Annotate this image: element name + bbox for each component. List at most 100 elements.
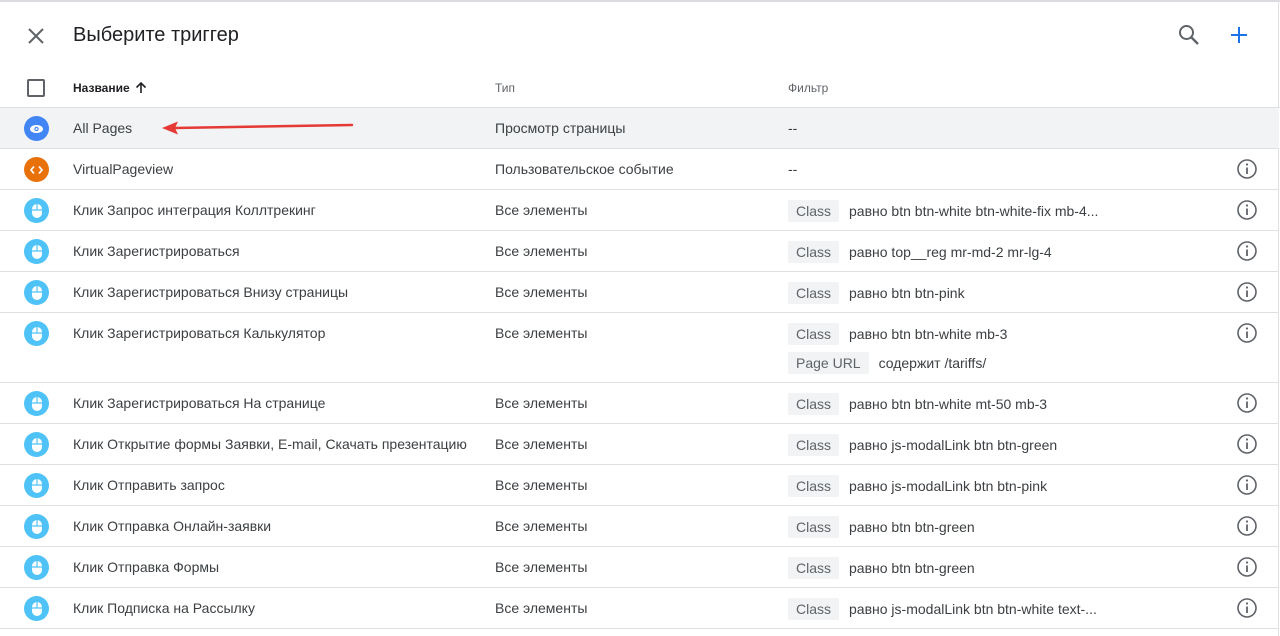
trigger-filter: Class равно btn btn-white mb-3 Page URL со… [788,321,1208,379]
trigger-type: Все элементы [495,559,588,575]
trigger-list: All Pages Просмотр страницы -- VirtualPa… [0,108,1279,629]
trigger-filter: Class равно js-modalLink btn btn-pink [788,473,1208,502]
filter-condition: Class равно btn btn-green [788,514,1208,539]
trigger-name: All Pages [73,120,133,136]
filter-expression: равно js-modalLink btn btn-green [849,436,1058,453]
filter-expression: равно btn btn-green [849,518,975,535]
trigger-type: Все элементы [495,477,588,493]
info-icon[interactable] [1236,322,1258,344]
column-header-filter: Фильтр [788,81,829,95]
trigger-type: Все элементы [495,518,588,534]
trigger-filter: Class равно btn btn-pink [788,280,1208,309]
filter-variable-chip: Class [788,322,840,345]
trigger-filter: Class равно btn btn-white btn-white-fix m… [788,198,1208,227]
filter-variable-chip: Class [788,392,840,415]
filter-variable-chip: Class [788,597,840,620]
column-name-label: Название [73,81,130,95]
filter-expression: равно top__reg mr-md-2 mr-lg-4 [849,243,1052,260]
info-icon[interactable] [1236,515,1258,537]
mouse-icon [24,391,49,416]
info-icon[interactable] [1236,158,1258,180]
trigger-filter: Class равно btn btn-white mt-50 mb-3 [788,391,1208,420]
mouse-icon [24,473,49,498]
filter-expression: равно btn btn-pink [849,284,965,301]
trigger-filter: Class равно btn btn-green [788,555,1208,584]
filter-condition: Class равно js-modalLink btn btn-green [788,432,1208,457]
trigger-name: VirtualPageview [73,161,174,177]
trigger-name: Клик Открытие формы Заявки, E-mail, Скач… [73,436,467,452]
trigger-filter: Class равно top__reg mr-md-2 mr-lg-4 [788,239,1208,268]
filter-expression: равно btn btn-white mb-3 [849,325,1008,342]
trigger-filter: Class равно js-modalLink btn btn-white te… [788,596,1208,625]
table-row[interactable]: Клик Отправить запрос Все элементы Class… [0,465,1279,506]
eye-icon [24,116,49,141]
info-icon[interactable] [1236,474,1258,496]
info-icon[interactable] [1236,433,1258,455]
filter-variable-chip: Class [788,515,840,538]
filter-expression: равно btn btn-green [849,559,975,576]
table-row[interactable]: Клик Зарегистрироваться Все элементы Cla… [0,231,1279,272]
filter-condition: Class равно btn btn-pink [788,280,1208,305]
table-row[interactable]: VirtualPageview Пользовательское событие… [0,149,1279,190]
filter-condition: Class равно top__reg mr-md-2 mr-lg-4 [788,239,1208,264]
info-icon[interactable] [1236,199,1258,221]
trigger-name: Клик Зарегистрироваться Внизу страницы [73,284,349,300]
filter-expression: равно btn btn-white btn-white-fix mb-4..… [849,202,1099,219]
dialog-header: Выберите триггер [0,2,1280,68]
info-icon[interactable] [1236,281,1258,303]
filter-expression: равно js-modalLink btn btn-pink [849,477,1048,494]
trigger-type: Все элементы [495,325,588,341]
filter-expression: равно js-modalLink btn btn-white text-..… [849,600,1097,617]
trigger-name: Клик Отправить запрос [73,477,225,493]
trigger-type: Все элементы [495,395,588,411]
filter-variable-chip: Class [788,433,840,456]
table-row[interactable]: Клик Подписка на Рассылку Все элементы C… [0,588,1279,629]
mouse-icon [24,239,49,264]
table-row[interactable]: Клик Запрос интеграция Коллтрекинг Все э… [0,190,1279,231]
filter-empty: -- [788,161,798,177]
filter-condition: Class равно js-modalLink btn btn-white te… [788,596,1208,621]
mouse-icon [24,321,49,346]
table-row[interactable]: Клик Отправка Онлайн-заявки Все элементы… [0,506,1279,547]
info-icon[interactable] [1236,392,1258,414]
mouse-icon [24,280,49,305]
trigger-type: Все элементы [495,243,588,259]
filter-condition: Class равно btn btn-white btn-white-fix m… [788,198,1208,223]
trigger-name: Клик Зарегистрироваться На странице [73,395,326,411]
table-header: Название Тип Фильтр [0,68,1280,108]
trigger-filter: Class равно btn btn-green [788,514,1208,543]
trigger-filter: -- [788,116,1208,136]
close-icon[interactable] [22,22,50,50]
info-icon[interactable] [1236,240,1258,262]
trigger-type: Все элементы [495,600,588,616]
arrow-up-icon [135,81,146,93]
info-icon[interactable] [1236,597,1258,619]
trigger-type: Просмотр страницы [495,120,626,136]
filter-variable-chip: Class [788,240,840,263]
trigger-name: Клик Отправка Формы [73,559,220,575]
filter-variable-chip: Class [788,281,840,304]
trigger-name: Клик Зарегистрироваться Калькулятор [73,325,326,341]
code-icon [24,157,49,182]
table-row[interactable]: Клик Зарегистрироваться Внизу страницы В… [0,272,1279,313]
table-row[interactable]: Клик Зарегистрироваться Калькулятор Все … [0,313,1279,383]
plus-icon[interactable] [1226,22,1252,48]
search-icon[interactable] [1176,22,1202,48]
trigger-name: Клик Подписка на Рассылку [73,600,255,616]
table-row[interactable]: All Pages Просмотр страницы -- [0,108,1279,149]
filter-variable-chip: Class [788,556,840,579]
table-row[interactable]: Клик Отправка Формы Все элементы Class ра… [0,547,1279,588]
mouse-icon [24,432,49,457]
filter-variable-chip: Class [788,474,840,497]
select-all-checkbox[interactable] [27,79,45,97]
mouse-icon [24,198,49,223]
column-header-name[interactable]: Название [73,81,148,95]
table-row[interactable]: Клик Зарегистрироваться На странице Все … [0,383,1279,424]
table-row[interactable]: Клик Открытие формы Заявки, E-mail, Скач… [0,424,1279,465]
filter-empty: -- [788,120,798,136]
trigger-name: Клик Зарегистрироваться [73,243,240,259]
info-icon[interactable] [1236,556,1258,578]
trigger-filter: -- [788,157,1208,177]
filter-expression: равно btn btn-white mt-50 mb-3 [849,395,1048,412]
page-title: Выберите триггер [73,24,239,46]
